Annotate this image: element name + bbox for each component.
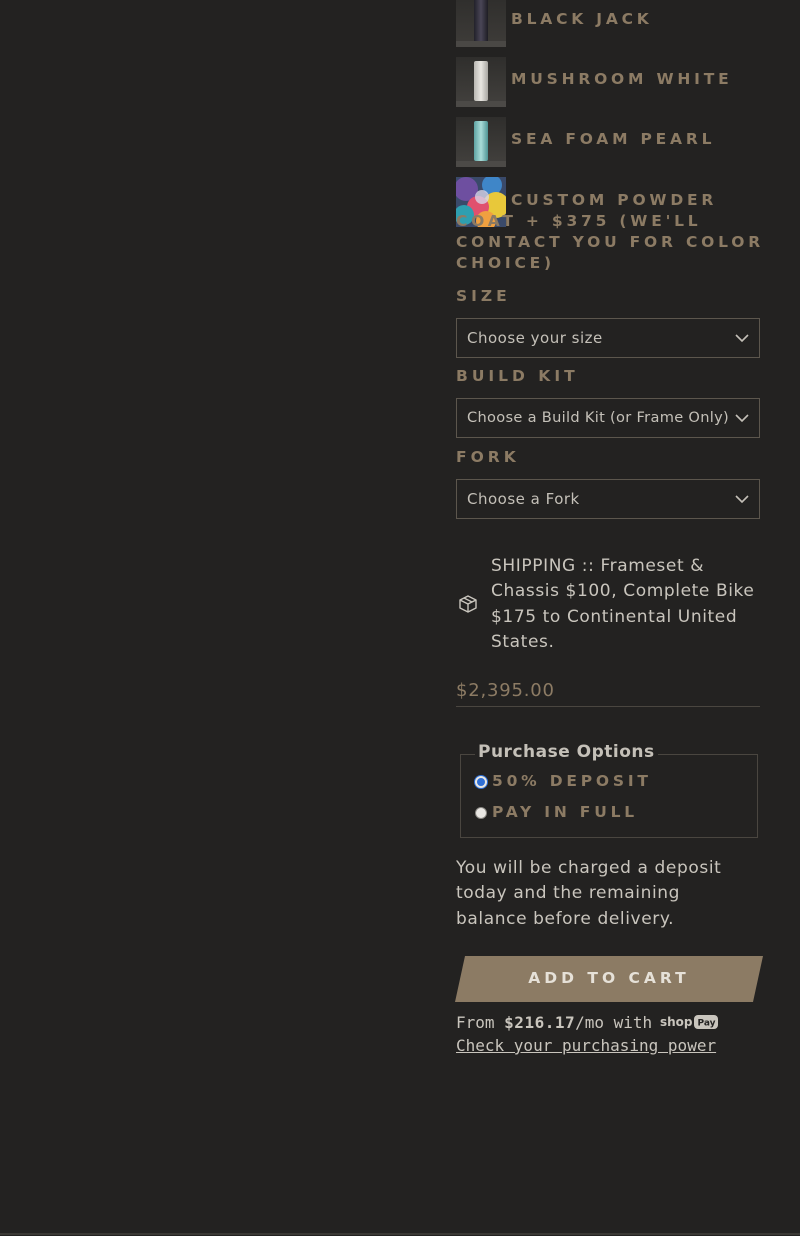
- build-kit-select-value: Choose a Build Kit (or Frame Only): [467, 409, 730, 426]
- deposit-note: You will be charged a deposit today and …: [456, 858, 722, 929]
- size-label: Size: [456, 287, 511, 305]
- color-option-label[interactable]: Sea Foam Pearl: [511, 130, 715, 148]
- installments-suffix: /mo with: [575, 1013, 653, 1032]
- build-kit-select[interactable]: Choose a Build Kit (or Frame Only): [456, 398, 760, 438]
- shipping-info: SHIPPING :: Frameset & Chassis $100, Com…: [491, 556, 755, 652]
- footer-divider: [0, 1233, 800, 1235]
- deposit-radio[interactable]: [475, 776, 487, 788]
- purchase-options-legend: Purchase Options: [475, 742, 658, 762]
- installments-message: From $216.17/mo with shop Pay: [456, 1013, 719, 1032]
- fork-select-value: Choose a Fork: [467, 490, 580, 508]
- purchase-options-group: [460, 754, 758, 838]
- fork-select[interactable]: Choose a Fork: [456, 479, 760, 519]
- color-option-label[interactable]: Mushroom White: [511, 70, 732, 88]
- build-kit-label: Build Kit: [456, 367, 579, 385]
- shop-pay-wordmark-shop: shop: [660, 1015, 693, 1029]
- fork-label: Fork: [456, 448, 520, 466]
- add-to-cart-button[interactable]: Add to cart: [455, 956, 763, 1002]
- color-option-label[interactable]: Black Jack: [511, 10, 653, 28]
- size-select[interactable]: Choose your size: [456, 318, 760, 358]
- pay-in-full-radio-label[interactable]: Pay in full: [492, 803, 638, 821]
- chevron-down-icon: [735, 414, 749, 423]
- white-tube-swatch[interactable]: [456, 57, 506, 107]
- shop-pay-logo-icon: shop Pay: [660, 1015, 719, 1029]
- installments-prefix: From: [456, 1013, 505, 1032]
- seafoam-tube-swatch[interactable]: [456, 117, 506, 167]
- size-select-value: Choose your size: [467, 329, 603, 347]
- installments-amount: $216.17: [504, 1013, 576, 1032]
- divider: [456, 706, 760, 707]
- color-option-label[interactable]: Custom Powder Coat + $375 (We'll contact…: [456, 190, 776, 274]
- deposit-radio-label[interactable]: 50% Deposit: [492, 772, 652, 790]
- chevron-down-icon: [735, 334, 749, 343]
- add-to-cart-label: Add to cart: [528, 969, 690, 987]
- package-box-icon: [459, 595, 477, 613]
- product-price: $2,395.00: [456, 680, 555, 701]
- pay-in-full-radio[interactable]: [475, 807, 487, 819]
- purchasing-power-link[interactable]: Check your purchasing power: [456, 1036, 716, 1055]
- chevron-down-icon: [735, 495, 749, 504]
- shop-pay-wordmark-pay: Pay: [698, 1019, 716, 1029]
- black-tube-swatch[interactable]: [456, 0, 506, 47]
